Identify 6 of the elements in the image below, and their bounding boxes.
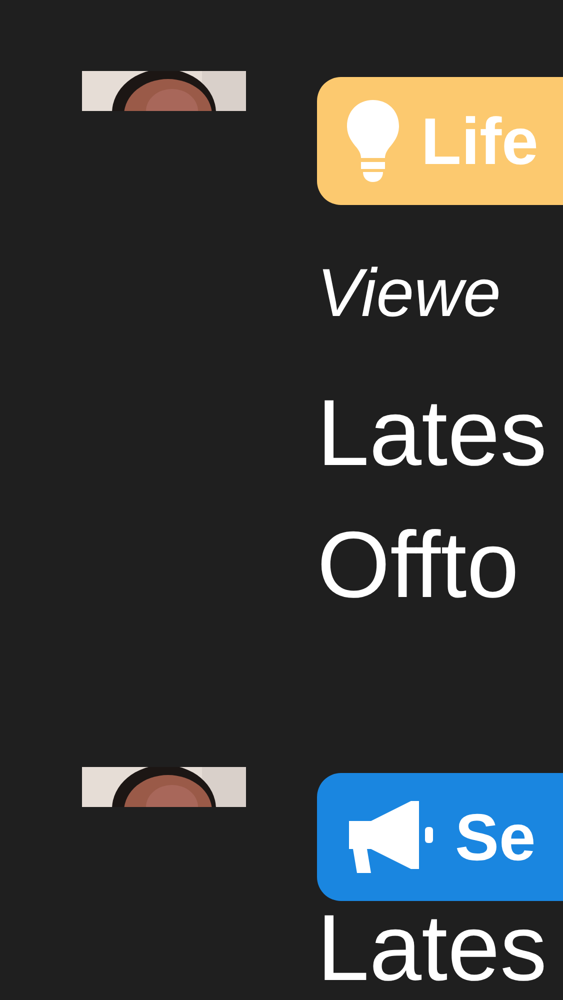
thread-meta: Viewe [317,254,502,333]
thread-text: Lates [317,901,548,995]
lightbulb-icon [345,98,401,184]
thread-text: Offto [317,511,520,619]
thread-text: Lates [317,379,548,487]
tag-badge[interactable]: Se [317,773,563,901]
